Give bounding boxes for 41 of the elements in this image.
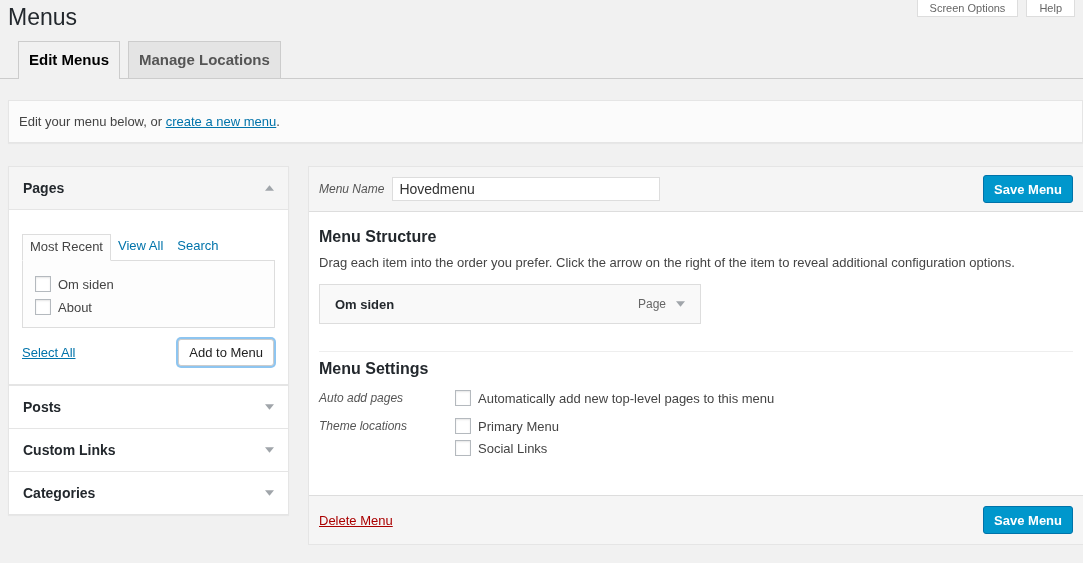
setting-label: Auto add pages (319, 390, 405, 406)
checkbox-label: Automatically add new top-level pages to this menu (478, 390, 775, 406)
tab[interactable]: View All (111, 234, 171, 260)
section-title: Menu Structure (319, 228, 437, 246)
checkbox[interactable] (455, 390, 471, 406)
menu-name-field[interactable]: Hovedmenu (392, 177, 661, 201)
field-label: Menu Name (319, 182, 385, 196)
setting-label: Theme locations (319, 418, 409, 435)
checkbox[interactable] (455, 418, 471, 434)
delete-menu-link[interactable]: Delete Menu (319, 512, 393, 528)
header-button[interactable]: Screen Options (916, 0, 1019, 17)
checkbox-label: Social Links (478, 440, 548, 456)
menu-item-title: Om siden (335, 296, 395, 312)
toggle-icon (265, 185, 274, 191)
tab[interactable]: Manage Locations (128, 41, 281, 78)
checkbox[interactable] (35, 276, 51, 292)
toggle-icon (265, 404, 274, 410)
add-to-menu-button[interactable]: Add to Menu (178, 339, 274, 366)
menu-item[interactable]: Om siden Page (319, 284, 701, 324)
menu-item-type: Page (637, 297, 666, 311)
tab[interactable]: Most Recent (22, 234, 111, 261)
checkbox-label: Om siden (58, 276, 114, 292)
checkbox-label: Primary Menu (478, 418, 559, 434)
checkbox[interactable] (35, 299, 51, 315)
help-text: Drag each item into the order you prefer. Click the arrow on the right of the item to reveal additional configuration options. (319, 255, 1016, 270)
expand-icon[interactable] (676, 301, 685, 307)
toggle-icon (265, 490, 274, 496)
section-header[interactable]: Custom Links (9, 428, 288, 471)
toggle-icon (265, 447, 274, 453)
checkbox-label: About (58, 299, 92, 315)
section-header[interactable]: Pages (9, 167, 288, 210)
page-title: Menus (7, 3, 79, 32)
section-header[interactable]: Posts (9, 385, 288, 428)
section-header[interactable]: Categories (9, 471, 288, 514)
notice-text: Edit your menu below, or create a new menu. (19, 114, 280, 129)
tab[interactable]: Edit Menus (18, 41, 120, 79)
select-all-link[interactable]: Select All (22, 345, 76, 360)
header-button[interactable]: Help (1026, 0, 1075, 17)
checkbox[interactable] (455, 440, 471, 456)
section-title: Menu Settings (319, 360, 429, 378)
tab[interactable]: Search (170, 234, 226, 260)
